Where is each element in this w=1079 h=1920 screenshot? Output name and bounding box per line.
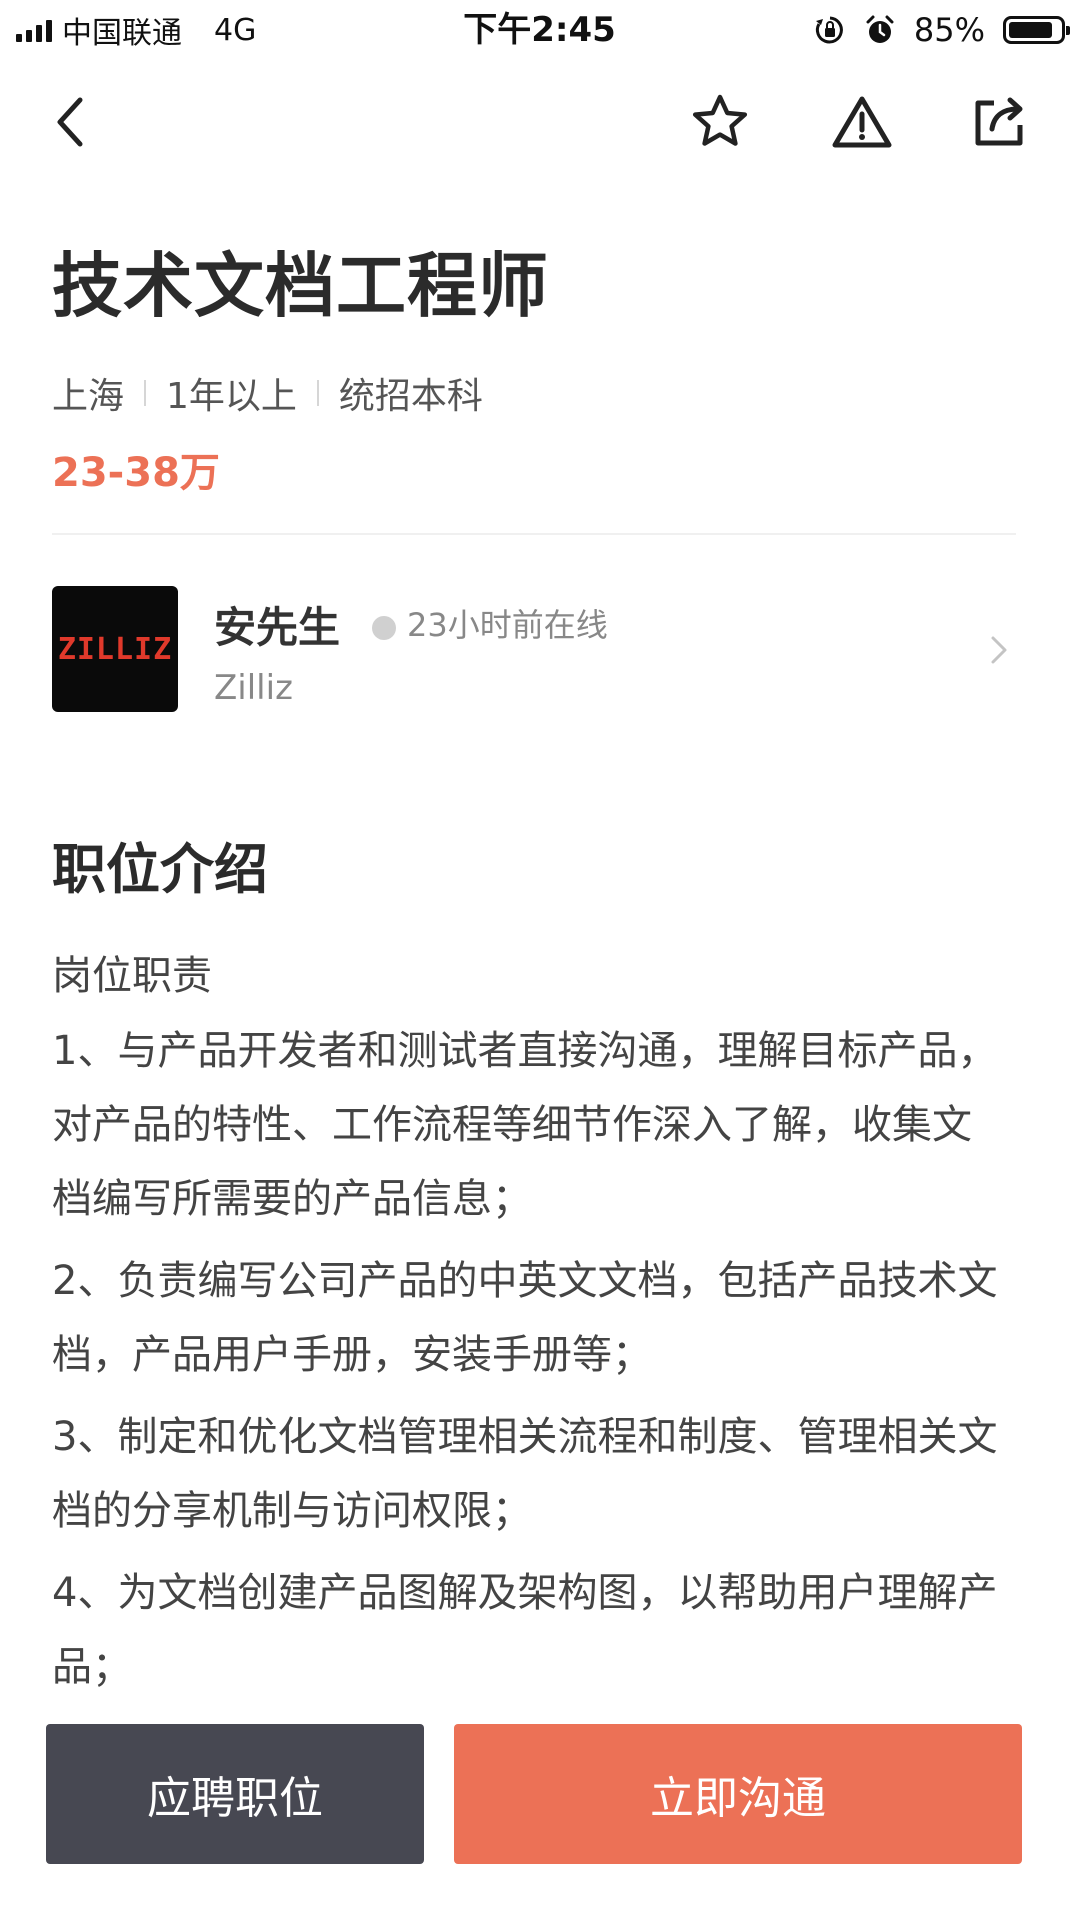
company-logo: ZILLIZ — [52, 586, 178, 712]
chevron-right-icon — [979, 628, 1019, 672]
recruiter-card[interactable]: ZILLIZ 安先生 23小时前在线 Zilliz — [52, 586, 1027, 714]
section-title: 职位介绍 — [52, 838, 268, 901]
report-button[interactable] — [812, 60, 912, 184]
status-bar: 中国联通 4G 下午2:45 85% — [0, 0, 1079, 60]
battery-percent: 85% — [913, 11, 985, 49]
orientation-lock-icon — [815, 16, 843, 44]
duty-item: 4、为文档创建产品图解及架构图，以帮助用户理解产品； — [52, 1570, 998, 1690]
job-salary: 23-38万 — [52, 450, 220, 496]
alarm-icon — [866, 15, 894, 43]
recruiter-name: 安先生 — [214, 603, 341, 652]
job-location: 上海 — [52, 376, 125, 417]
job-experience: 1年以上 — [166, 376, 297, 417]
favorite-button[interactable] — [670, 60, 770, 184]
nav-bar — [0, 60, 1079, 184]
divider — [52, 533, 1016, 535]
online-status: 23小时前在线 — [407, 606, 608, 644]
star-icon — [692, 94, 748, 146]
apply-button[interactable]: 应聘职位 — [46, 1724, 424, 1864]
status-right: 85% — [814, 8, 1070, 52]
back-icon — [57, 97, 83, 147]
company-name: Zilliz — [214, 668, 293, 708]
meta-separator — [316, 380, 319, 406]
duty-item: 3、制定和优化文档管理相关流程和制度、管理相关文档的分享机制与访问权限； — [52, 1414, 998, 1534]
job-education: 统招本科 — [338, 376, 483, 417]
share-button[interactable] — [950, 60, 1050, 184]
job-title: 技术文档工程师 — [52, 245, 549, 327]
bottom-action-bar: 应聘职位 立即沟通 — [0, 1700, 1079, 1920]
battery-fill — [1009, 22, 1052, 38]
chat-now-button[interactable]: 立即沟通 — [454, 1724, 1022, 1864]
battery-icon — [1003, 16, 1070, 44]
duty-item: 1、与产品开发者和测试者直接沟通，理解目标产品，对产品的特性、工作流程等细节作深… — [52, 1028, 998, 1222]
job-meta: 上海 1年以上 统招本科 — [52, 367, 483, 419]
meta-separator — [144, 380, 147, 406]
share-icon — [975, 97, 1023, 146]
online-status-dot — [372, 616, 396, 640]
warning-icon — [832, 96, 892, 148]
back-button[interactable] — [20, 60, 120, 184]
duties-list: 1、与产品开发者和测试者直接沟通，理解目标产品，对产品的特性、工作流程等细节作深… — [52, 1014, 1007, 1712]
duty-item: 2、负责编写公司产品的中英文文档，包括产品技术文档，产品用户手册，安装手册等； — [52, 1258, 998, 1378]
duties-heading: 岗位职责 — [52, 953, 212, 999]
company-logo-text: ZILLIZ — [57, 631, 173, 667]
